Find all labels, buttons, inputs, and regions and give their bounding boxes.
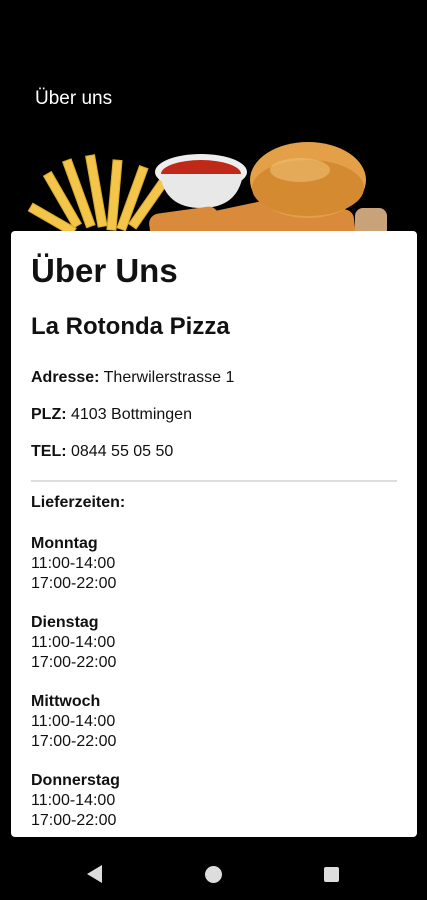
sauce-cup-image (155, 154, 247, 208)
tel-value[interactable]: 0844 55 05 50 (71, 443, 173, 460)
day-entry: Monntag 11:00-14:00 17:00-22:00 (31, 534, 397, 594)
address-label: Adresse: (31, 368, 100, 386)
time-slot: 11:00-14:00 (31, 712, 116, 730)
time-slot: 11:00-14:00 (31, 554, 116, 572)
tel-row: TEL: 0844 55 05 50 (31, 443, 397, 461)
address-value: Therwilerstrasse 1 (103, 368, 235, 386)
time-slot: 17:00-22:00 (31, 732, 117, 750)
restaurant-name: La Rotonda Pizza (31, 312, 230, 340)
about-card: Über Uns La Rotonda Pizza Adresse: Therw… (11, 231, 417, 837)
food-banner-image (0, 140, 427, 240)
day-entry: Donnerstag 11:00-14:00 17:00-22:00 (31, 771, 397, 831)
plz-value: 4103 Bottmingen (71, 405, 192, 423)
time-slot: 11:00-14:00 (31, 791, 116, 809)
page-title: Über Uns (31, 252, 178, 289)
time-slot: 17:00-22:00 (31, 653, 117, 671)
divider (31, 479, 397, 482)
time-slot: 11:00-14:00 (31, 633, 116, 651)
address-row: Adresse: Therwilerstrasse 1 (31, 369, 397, 387)
back-icon[interactable] (87, 865, 102, 883)
tel-label: TEL: (31, 442, 67, 460)
time-slot: 17:00-22:00 (31, 574, 117, 592)
day-name: Monntag (31, 534, 98, 552)
system-nav-bar (0, 840, 427, 900)
app-header: Über uns (0, 0, 427, 140)
day-entry: Dienstag 11:00-14:00 17:00-22:00 (31, 613, 397, 673)
day-name: Dienstag (31, 613, 99, 631)
day-name: Mittwoch (31, 692, 101, 710)
home-icon[interactable] (205, 866, 222, 883)
day-entry: Mittwoch 11:00-14:00 17:00-22:00 (31, 692, 397, 752)
day-name: Donnerstag (31, 771, 120, 789)
delivery-times-label: Lieferzeiten: (31, 493, 126, 511)
time-slot: 17:00-22:00 (31, 811, 117, 829)
recent-apps-icon[interactable] (324, 867, 339, 882)
plz-row: PLZ: 4103 Bottmingen (31, 406, 397, 424)
plz-label: PLZ: (31, 405, 67, 423)
food-illustration (27, 142, 387, 240)
header-title: Über uns (35, 88, 113, 109)
